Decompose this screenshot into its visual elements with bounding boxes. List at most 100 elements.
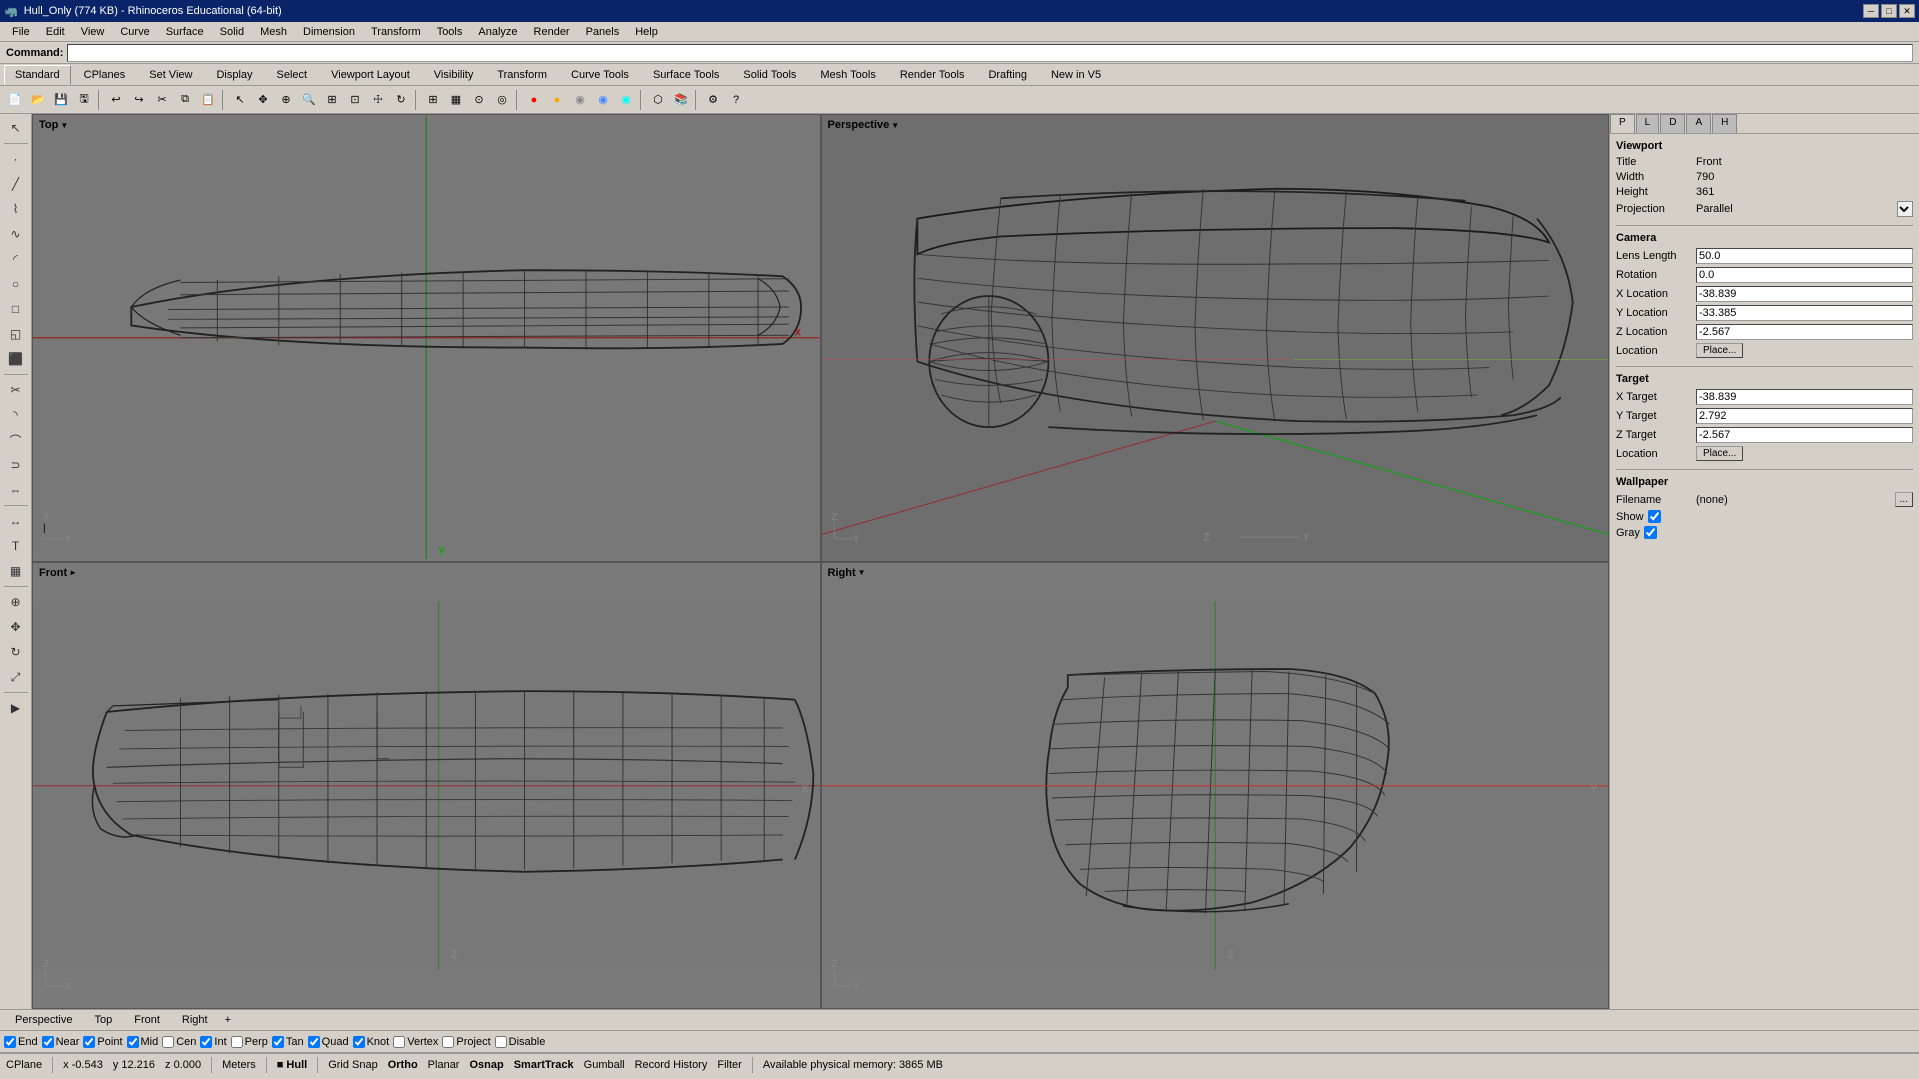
tb-layer[interactable]: 📚 <box>670 89 692 111</box>
lt-surface[interactable]: ◱ <box>2 322 30 346</box>
menu-tools[interactable]: Tools <box>429 22 471 42</box>
panel-input-rotation[interactable] <box>1696 267 1913 283</box>
tab-setview[interactable]: Set View <box>138 65 203 85</box>
status-gumball[interactable]: Gumball <box>584 1059 625 1071</box>
menu-help[interactable]: Help <box>627 22 666 42</box>
menu-panels[interactable]: Panels <box>578 22 628 42</box>
lt-trim[interactable]: ✂ <box>2 378 30 402</box>
menu-solid[interactable]: Solid <box>212 22 252 42</box>
tb-zoom[interactable]: 🔍 <box>298 89 320 111</box>
lt-gumball[interactable]: ⊕ <box>2 590 30 614</box>
tb-open[interactable]: 📂 <box>27 89 49 111</box>
vp-tab-top[interactable]: Top <box>83 1011 123 1029</box>
panel-camera-place-button[interactable]: Place... <box>1696 343 1743 358</box>
lt-hatch[interactable]: ▦ <box>2 559 30 583</box>
panel-gray-checkbox[interactable] <box>1644 526 1657 539</box>
lt-fillet[interactable]: ◝ <box>2 403 30 427</box>
vp-tab-right[interactable]: Right <box>171 1011 219 1029</box>
tab-visibility[interactable]: Visibility <box>423 65 485 85</box>
panel-browse-button[interactable]: ... <box>1895 492 1913 507</box>
panel-tab-l[interactable]: L <box>1636 114 1660 133</box>
menu-dimension[interactable]: Dimension <box>295 22 363 42</box>
menu-mesh[interactable]: Mesh <box>252 22 295 42</box>
lt-point[interactable]: · <box>2 147 30 171</box>
tb-properties[interactable]: ⚙ <box>702 89 724 111</box>
panel-tab-d[interactable]: D <box>1660 114 1685 133</box>
vp-tab-perspective[interactable]: Perspective <box>4 1011 83 1029</box>
snap-int-checkbox[interactable] <box>200 1036 212 1048</box>
vp-front-label[interactable]: Front ► <box>39 567 77 579</box>
panel-input-xloc[interactable] <box>1696 286 1913 302</box>
snap-vertex-checkbox[interactable] <box>393 1036 405 1048</box>
panel-target-place-button[interactable]: Place... <box>1696 446 1743 461</box>
panel-input-zloc[interactable] <box>1696 324 1913 340</box>
lt-blend[interactable]: ⌒ <box>2 428 30 452</box>
panel-projection-select[interactable]: ▼ <box>1897 201 1913 217</box>
panel-input-ztarget[interactable] <box>1696 427 1913 443</box>
lt-move-tool[interactable]: ✥ <box>2 615 30 639</box>
lt-polyline[interactable]: ⌇ <box>2 197 30 221</box>
tb-save[interactable]: 💾 <box>50 89 72 111</box>
lt-rotate-tool[interactable]: ↻ <box>2 640 30 664</box>
viewport-perspective[interactable]: Perspective ▼ <box>821 114 1610 562</box>
command-input[interactable] <box>67 44 1913 62</box>
snap-point-checkbox[interactable] <box>83 1036 95 1048</box>
tb-gray-sphere[interactable]: ◉ <box>569 89 591 111</box>
tb-zoom-sel[interactable]: ⊡ <box>344 89 366 111</box>
tb-cut[interactable]: ✂ <box>151 89 173 111</box>
snap-cen-checkbox[interactable] <box>162 1036 174 1048</box>
tb-copy[interactable]: ⧉ <box>174 89 196 111</box>
viewport-top[interactable]: Top ▼ <box>32 114 821 562</box>
tab-transform[interactable]: Transform <box>486 65 558 85</box>
tab-mesh-tools[interactable]: Mesh Tools <box>809 65 886 85</box>
snap-perp-checkbox[interactable] <box>231 1036 243 1048</box>
lt-mirror[interactable]: ⇔ <box>2 478 30 502</box>
lt-dimension[interactable]: ↔ <box>2 509 30 533</box>
close-button[interactable]: ✕ <box>1899 4 1915 18</box>
menu-transform[interactable]: Transform <box>363 22 429 42</box>
tab-viewport-layout[interactable]: Viewport Layout <box>320 65 421 85</box>
panel-show-checkbox[interactable] <box>1648 510 1661 523</box>
maximize-button[interactable]: □ <box>1881 4 1897 18</box>
lt-curve[interactable]: ∿ <box>2 222 30 246</box>
tb-blue-sphere[interactable]: ◉ <box>592 89 614 111</box>
tab-solid-tools[interactable]: Solid Tools <box>732 65 807 85</box>
menu-surface[interactable]: Surface <box>158 22 212 42</box>
panel-input-yloc[interactable] <box>1696 305 1913 321</box>
tb-orange-circle[interactable]: ● <box>546 89 568 111</box>
menu-analyze[interactable]: Analyze <box>470 22 525 42</box>
lt-circle[interactable]: ○ <box>2 272 30 296</box>
tb-4view[interactable]: ⊞ <box>422 89 444 111</box>
tb-select[interactable]: ↖ <box>229 89 251 111</box>
minimize-button[interactable]: ─ <box>1863 4 1879 18</box>
tb-red-circle[interactable]: ● <box>523 89 545 111</box>
panel-tab-a[interactable]: A <box>1686 114 1711 133</box>
tb-paste[interactable]: 📋 <box>197 89 219 111</box>
status-osnap[interactable]: Osnap <box>469 1059 503 1071</box>
panel-tab-h[interactable]: H <box>1712 114 1737 133</box>
tb-snap1[interactable]: ⊙ <box>468 89 490 111</box>
lt-rect[interactable]: □ <box>2 297 30 321</box>
snap-mid-checkbox[interactable] <box>127 1036 139 1048</box>
snap-near-checkbox[interactable] <box>42 1036 54 1048</box>
tab-curve-tools[interactable]: Curve Tools <box>560 65 640 85</box>
tb-rotate[interactable]: ↻ <box>390 89 412 111</box>
panel-tab-p[interactable]: P <box>1610 114 1635 133</box>
status-grid-snap[interactable]: Grid Snap <box>328 1059 378 1071</box>
status-ortho[interactable]: Ortho <box>388 1059 418 1071</box>
lt-line[interactable]: ╱ <box>2 172 30 196</box>
tab-surface-tools[interactable]: Surface Tools <box>642 65 730 85</box>
lt-offset[interactable]: ⊃ <box>2 453 30 477</box>
vp-top-label[interactable]: Top ▼ <box>39 119 68 131</box>
lt-more[interactable]: ▶ <box>2 696 30 720</box>
menu-file[interactable]: File <box>4 22 38 42</box>
tab-render-tools[interactable]: Render Tools <box>889 65 976 85</box>
tb-move[interactable]: ✥ <box>252 89 274 111</box>
tb-undo[interactable]: ↩ <box>105 89 127 111</box>
lt-extrude[interactable]: ⬛ <box>2 347 30 371</box>
tab-new-v5[interactable]: New in V5 <box>1040 65 1112 85</box>
lt-select-arrow[interactable]: ↖ <box>2 116 30 140</box>
tab-select[interactable]: Select <box>266 65 319 85</box>
vp-tab-front[interactable]: Front <box>123 1011 171 1029</box>
viewport-front[interactable]: Front ► <box>32 562 821 1010</box>
